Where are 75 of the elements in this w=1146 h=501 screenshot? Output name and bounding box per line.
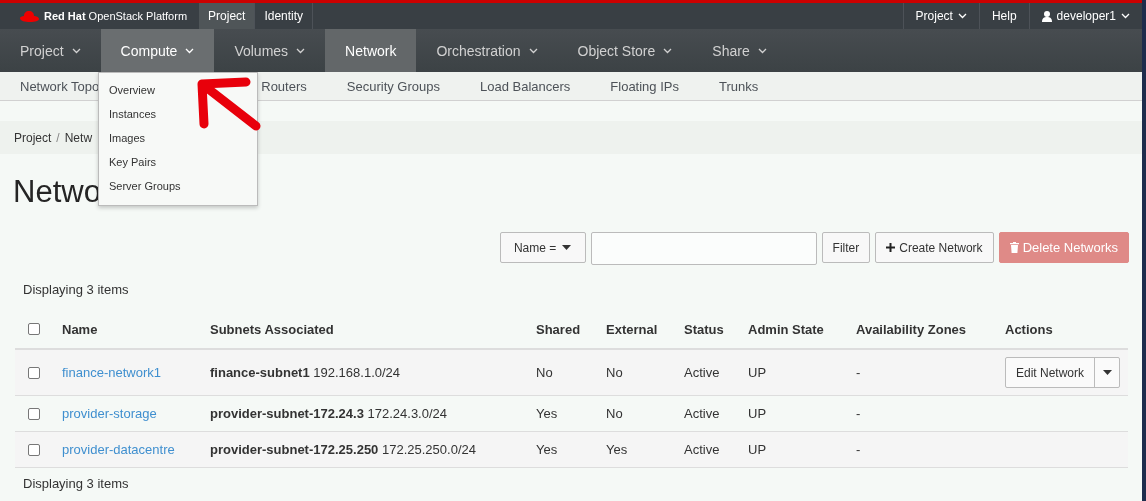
plus-icon — [886, 243, 896, 252]
caret-icon — [1121, 13, 1130, 19]
table-cell: finance-subnet1 192.168.1.0/24 — [210, 365, 401, 380]
table-cell: Active — [684, 442, 720, 457]
table-cell: provider-subnet-172.24.3 172.24.3.0/24 — [210, 406, 448, 421]
menu-item[interactable]: Overview — [99, 79, 257, 103]
table-cell: Active — [684, 406, 720, 421]
column-header: Actions — [1005, 321, 1053, 337]
nav-tab[interactable]: Object Store — [557, 29, 693, 72]
menu-item[interactable]: Key Pairs — [99, 151, 257, 175]
page-heading: Netwo — [13, 173, 101, 211]
caret-icon — [185, 47, 195, 54]
nav-tab[interactable]: Compute — [100, 29, 215, 72]
user-icon — [1041, 10, 1052, 22]
item-count: Displaying 3 items — [22, 282, 130, 299]
nav-tab[interactable]: Volumes — [214, 29, 326, 72]
subnav-tab[interactable]: Load Balancers — [480, 78, 571, 94]
table-cell: No — [606, 406, 623, 421]
table-cell: - — [856, 365, 861, 380]
nav-tab[interactable]: Share — [692, 29, 787, 72]
column-header: Shared — [536, 321, 581, 337]
breadcrumb-link[interactable]: Netw — [64, 130, 93, 145]
column-header: Admin State — [748, 321, 824, 337]
nav-tab[interactable]: Project — [0, 29, 101, 72]
create-network-button[interactable]: Create Network — [875, 232, 994, 263]
caret-icon — [562, 245, 572, 250]
column-header: Subnets Associated — [210, 321, 334, 337]
column-header: External — [606, 321, 658, 337]
column-header: Name — [62, 321, 98, 337]
filter-button[interactable]: Filter — [821, 232, 871, 263]
caret-icon — [957, 13, 967, 19]
table-cell: UP — [748, 442, 767, 457]
row-checkbox[interactable] — [28, 407, 40, 420]
caret-icon — [71, 47, 81, 54]
column-header: Availability Zones — [856, 321, 967, 337]
row-checkbox[interactable] — [28, 443, 40, 456]
subnav-tab[interactable]: Trunks — [719, 78, 759, 94]
table-cell: Active — [684, 365, 720, 380]
filter-select[interactable]: Name = — [499, 232, 586, 263]
subnav-tab[interactable]: Network Topo — [20, 78, 100, 94]
row-checkbox[interactable] — [28, 366, 40, 379]
menu-item[interactable]: Instances — [99, 103, 257, 127]
brand-name: Red Hat OpenStack Platform — [44, 10, 188, 22]
hat-logo-icon — [20, 10, 39, 22]
table-cell: Yes — [606, 442, 628, 457]
user-menu[interactable]: developer1 — [1056, 9, 1116, 23]
item-count: Displaying 3 items — [22, 476, 130, 493]
table-cell: - — [856, 442, 861, 457]
table-cell: - — [856, 406, 861, 421]
caret-icon — [296, 47, 306, 54]
menu-item[interactable]: Server Groups — [99, 175, 257, 199]
table-cell: Yes — [536, 442, 558, 457]
caret-icon — [528, 47, 538, 54]
caret-icon — [663, 47, 673, 54]
select-all-checkbox[interactable] — [28, 323, 40, 335]
trash-icon — [1009, 242, 1019, 253]
subnav-tab[interactable]: Routers — [261, 78, 307, 94]
breadcrumb-link[interactable]: Project — [14, 130, 52, 145]
caret-icon — [1102, 370, 1112, 375]
caret-icon — [757, 47, 767, 54]
subnav-tab[interactable]: Floating IPs — [610, 78, 679, 94]
table-cell: No — [606, 365, 623, 380]
subnav-tab[interactable]: Security Groups — [346, 78, 440, 94]
table-cell: Yes — [536, 406, 558, 421]
nav-tab[interactable]: Orchestration — [416, 29, 558, 72]
table-cell: UP — [748, 406, 767, 421]
table-cell: UP — [748, 365, 767, 380]
column-header: Status — [684, 321, 724, 337]
filter-field[interactable] — [590, 232, 817, 265]
table-cell: No — [536, 365, 553, 380]
breadcrumb-separator: / — [56, 130, 60, 145]
nav-tab[interactable]: Network — [325, 29, 417, 72]
menu-item[interactable]: Images — [99, 127, 257, 151]
top-tab[interactable]: Project — [199, 3, 256, 29]
table-cell: provider-subnet-172.25.250 172.25.250.0/24 — [210, 442, 476, 457]
